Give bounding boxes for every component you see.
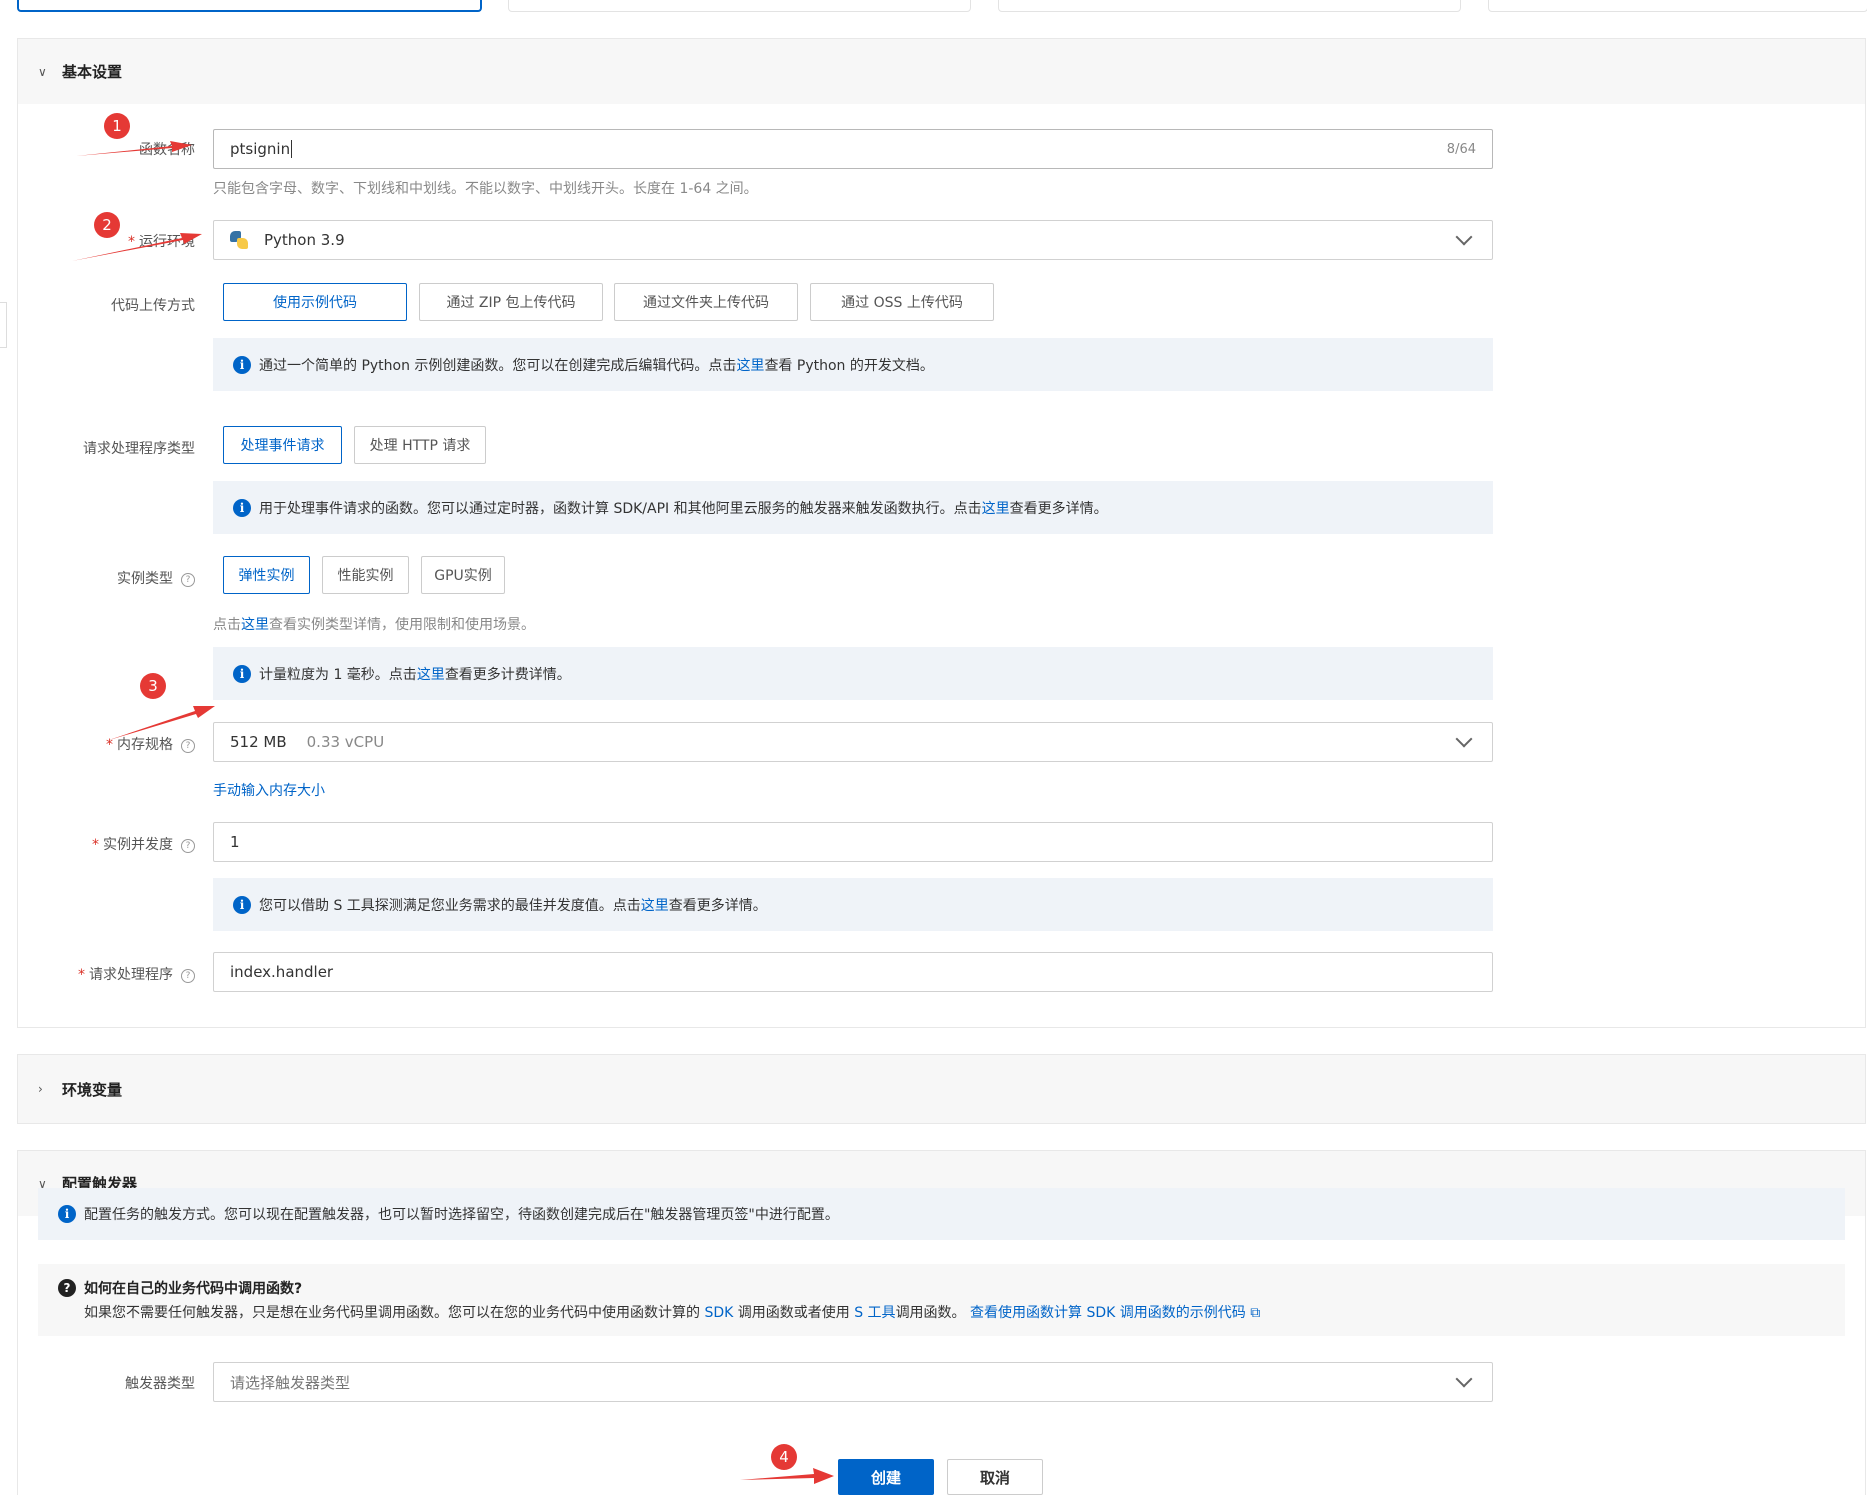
upload-option-sample[interactable]: 使用示例代码: [223, 283, 407, 321]
function-name-counter: 8/64: [1446, 141, 1476, 157]
create-button[interactable]: 创建: [838, 1459, 934, 1495]
runtime-select[interactable]: Python 3.9: [213, 220, 1493, 260]
info-icon: i: [233, 895, 251, 914]
handler-label: * 请求处理程序?: [78, 964, 195, 984]
billing-doc-link[interactable]: 这里: [417, 664, 445, 684]
instance-type-doc-link[interactable]: 这里: [241, 617, 269, 633]
top-card-1[interactable]: [17, 0, 482, 12]
trigger-type-select[interactable]: 请选择触发器类型: [213, 1362, 1493, 1402]
upload-option-folder[interactable]: 通过文件夹上传代码: [614, 283, 798, 321]
trigger-type-label: 触发器类型: [125, 1376, 195, 1392]
annotation-marker-2: 2: [94, 212, 120, 238]
upload-doc-link[interactable]: 这里: [736, 355, 764, 375]
annotation-marker-3: 3: [140, 673, 166, 699]
handler-type-http[interactable]: 处理 HTTP 请求: [354, 426, 486, 464]
info-icon: i: [233, 355, 251, 374]
chevron-down-icon: [1455, 228, 1473, 246]
instance-type-performance[interactable]: 性能实例: [322, 556, 409, 594]
basic-settings-title: 基本设置: [62, 63, 123, 81]
handler-type-event[interactable]: 处理事件请求: [223, 426, 342, 464]
chevron-right-icon: ›: [38, 1082, 43, 1096]
instance-type-label: 实例类型?: [117, 568, 195, 588]
external-link-icon: ⧉: [1250, 1305, 1261, 1321]
upload-method-label: 代码上传方式: [111, 298, 195, 314]
handler-type-label: 请求处理程序类型: [83, 441, 195, 457]
memory-label: * 内存规格?: [106, 734, 195, 754]
question-icon: ?: [58, 1279, 76, 1297]
concurrency-label: * 实例并发度?: [92, 834, 195, 854]
help-icon[interactable]: ?: [181, 969, 195, 983]
upload-info-box: i 通过一个简单的 Python 示例创建函数。您可以在创建完成后编辑代码。点击…: [213, 338, 1493, 391]
chevron-down-icon: [1455, 730, 1473, 748]
env-header[interactable]: › 环境变量: [18, 1055, 1865, 1123]
sdk-link[interactable]: SDK: [704, 1305, 733, 1321]
env-section: › 环境变量: [17, 1054, 1866, 1124]
annotation-marker-1: 1: [104, 113, 130, 139]
instance-type-elastic[interactable]: 弹性实例: [223, 556, 310, 594]
concurrency-info-box: i 您可以借助 S 工具探测满足您业务需求的最佳并发度值。点击 这里 查看更多详情。: [213, 878, 1493, 931]
chevron-down-icon: ∨: [38, 64, 47, 79]
memory-select[interactable]: 512 MB 0.33 vCPU: [213, 722, 1493, 762]
handler-input[interactable]: index.handler: [213, 952, 1493, 992]
concurrency-input[interactable]: 1: [213, 822, 1493, 862]
faq-title: 如何在自己的业务代码中调用函数?: [84, 1281, 303, 1297]
upload-option-oss[interactable]: 通过 OSS 上传代码: [810, 283, 994, 321]
info-icon: i: [233, 664, 251, 683]
upload-option-zip[interactable]: 通过 ZIP 包上传代码: [419, 283, 603, 321]
top-card-4[interactable]: [1488, 0, 1867, 12]
instance-type-gpu[interactable]: GPU实例: [421, 556, 505, 594]
annotation-marker-4: 4: [771, 1444, 797, 1470]
s-tool-link[interactable]: S 工具: [854, 1305, 895, 1321]
chevron-down-icon: [1455, 1370, 1473, 1388]
sdk-example-link[interactable]: 查看使用函数计算 SDK 调用函数的示例代码: [970, 1305, 1246, 1321]
concurrency-doc-link[interactable]: 这里: [641, 895, 669, 915]
function-name-hint: 只能包含字母、数字、下划线和中划线。不能以数字、中划线开头。长度在 1-64 之…: [213, 181, 758, 197]
python-icon: [230, 231, 248, 249]
handler-type-doc-link[interactable]: 这里: [982, 498, 1010, 518]
top-card-3[interactable]: [998, 0, 1461, 12]
handler-type-info-box: i 用于处理事件请求的函数。您可以通过定时器，函数计算 SDK/API 和其他阿…: [213, 481, 1493, 534]
trigger-info-box: i 配置任务的触发方式。您可以现在配置触发器，也可以暂时选择留空，待函数创建完成…: [38, 1188, 1845, 1240]
trigger-faq-box: ? 如何在自己的业务代码中调用函数? 如果您不需要任何触发器，只是想在业务代码里…: [38, 1264, 1845, 1336]
help-icon[interactable]: ?: [181, 573, 195, 587]
instance-type-hint: 点击这里查看实例类型详情，使用限制和使用场景。: [213, 617, 535, 633]
runtime-label: * 运行环境: [128, 234, 195, 250]
manual-memory-link[interactable]: 手动输入内存大小: [213, 780, 325, 800]
side-collapse-tab[interactable]: [0, 302, 7, 348]
billing-info-box: i 计量粒度为 1 毫秒。点击 这里 查看更多计费详情。: [213, 647, 1493, 700]
help-icon[interactable]: ?: [181, 739, 195, 753]
basic-settings-header[interactable]: ∨ 基本设置: [18, 39, 1865, 104]
info-icon: i: [58, 1205, 76, 1223]
help-icon[interactable]: ?: [181, 839, 195, 853]
top-card-2[interactable]: [508, 0, 971, 12]
info-icon: i: [233, 498, 251, 517]
function-name-label: 函数名称: [139, 142, 195, 158]
function-name-input[interactable]: ptsignin 8/64: [213, 129, 1493, 169]
env-title: 环境变量: [62, 1080, 123, 1099]
cancel-button[interactable]: 取消: [947, 1459, 1043, 1495]
